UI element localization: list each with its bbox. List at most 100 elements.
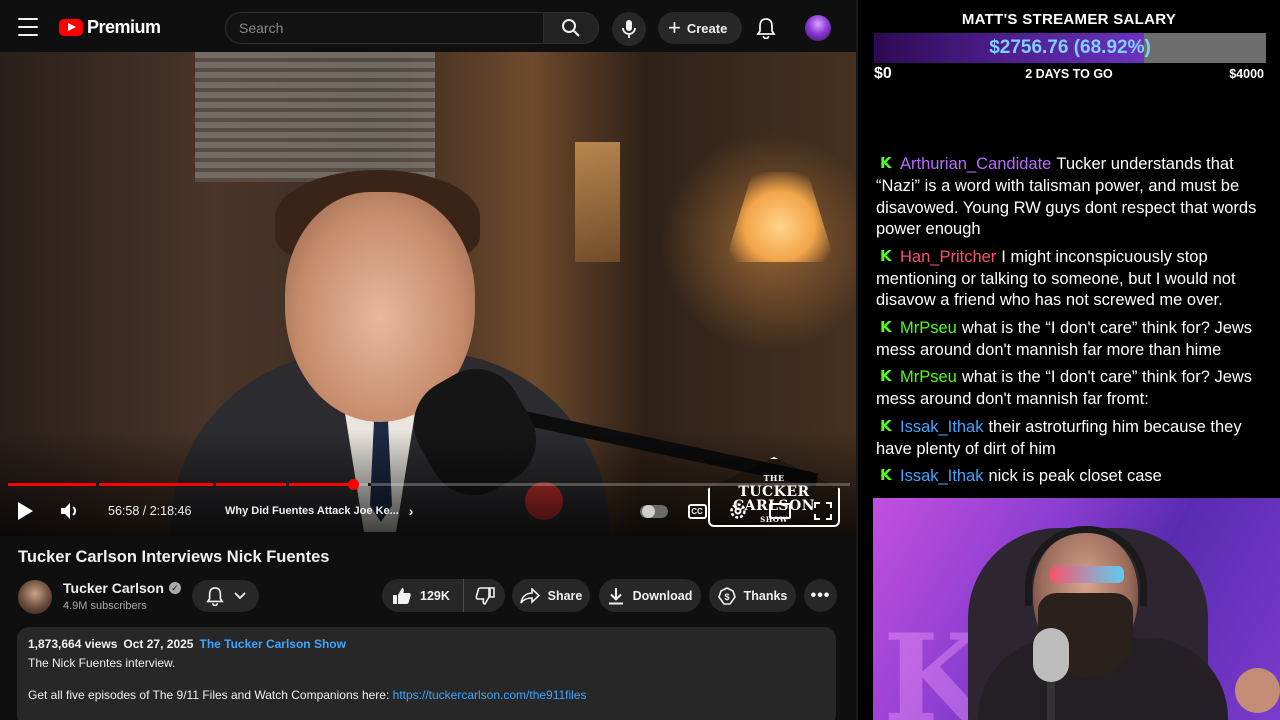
chat-message: Issak_Ithak nick is peak closet case (876, 465, 1268, 488)
video-frame (0, 52, 858, 536)
subscription-notification-button[interactable] (192, 580, 259, 612)
goal-max-label: $4000 (1229, 67, 1264, 81)
fullscreen-button[interactable] (812, 499, 834, 523)
progress-bar[interactable] (8, 479, 850, 490)
super-thanks-icon: $ (717, 586, 736, 605)
captions-icon: CC (687, 503, 707, 519)
chevron-right-icon: › (408, 503, 414, 519)
youtube-play-logo-icon (59, 19, 83, 36)
search-box[interactable] (225, 12, 543, 44)
channel-name-link[interactable]: Tucker Carlson ✓ (63, 580, 181, 596)
play-button[interactable] (14, 499, 36, 523)
chapter-title: Why Did Fuentes Attack Joe Ke... (225, 505, 399, 517)
share-label: Share (547, 588, 583, 603)
captions-button[interactable]: CC (686, 499, 708, 523)
account-avatar[interactable] (805, 15, 831, 41)
video-title: Tucker Carlson Interviews Nick Fuentes (18, 548, 330, 566)
verified-check-icon: ✓ (168, 582, 181, 594)
chat-message: Issak_Ithaktheir astroturfing him becaus… (876, 416, 1268, 460)
download-label: Download (632, 588, 693, 603)
chapter-marker (96, 483, 99, 486)
publish-date: Oct 27, 2025 (123, 637, 194, 651)
bell-icon (205, 587, 224, 606)
chat-text: nick is peak closet case (988, 467, 1162, 486)
download-button[interactable]: Download (599, 579, 701, 612)
brand-label: Premium (87, 17, 161, 37)
chevron-down-icon (233, 592, 246, 600)
description-box[interactable]: 1,873,664 views Oct 27, 2025 The Tucker … (17, 627, 836, 720)
kick-badge-icon (880, 416, 892, 438)
stream-overlay: MATT'S STREAMER SALARY $2756.76 (68.92%)… (858, 0, 1280, 720)
like-button[interactable]: 129K (382, 579, 464, 612)
channel-avatar[interactable] (18, 580, 52, 614)
create-label: Create (686, 20, 728, 36)
svg-text:$: $ (724, 592, 729, 602)
like-dislike-group: 129K (382, 579, 505, 612)
voice-search-button[interactable] (612, 12, 646, 46)
goal-amount: $2756.76 (68.92%) (989, 37, 1151, 58)
chat-username[interactable]: MrPseu (900, 368, 957, 386)
theater-mode-button[interactable] (768, 499, 792, 523)
goal-progress-bar: $2756.76 (68.92%) (874, 33, 1266, 63)
theater-icon (769, 503, 791, 519)
chapter-marker (368, 483, 371, 486)
microphone-icon (622, 20, 636, 38)
more-horizontal-icon: ••• (810, 586, 831, 604)
volume-icon (61, 503, 76, 519)
notifications-button[interactable] (754, 15, 778, 41)
chat-username[interactable]: Issak_Ithak (900, 418, 983, 436)
chat-username[interactable]: MrPseu (900, 319, 957, 337)
chapter-marker (213, 483, 216, 486)
settings-button[interactable] (727, 499, 749, 523)
autoplay-toggle[interactable] (640, 505, 668, 518)
search-button[interactable] (543, 12, 599, 44)
chat-message: MrPseuwhat is the “I don't care” think f… (876, 366, 1268, 410)
video-player[interactable]: THE TUCKER CARLSON SHOW 56:58 / 2:18:46 … (0, 52, 858, 536)
kick-badge-icon (880, 366, 892, 388)
description-url-link[interactable]: https://tuckercarlson.com/the911files (393, 688, 587, 702)
chat-message-list: Arthurian_CandidateTucker understands th… (876, 148, 1268, 488)
share-arrow-icon (519, 587, 540, 604)
chat-username[interactable]: Han_Pritcher (900, 248, 996, 266)
chat-message: MrPseuwhat is the “I don't care” think f… (876, 317, 1268, 361)
youtube-page: Premium + Create (0, 0, 858, 720)
fullscreen-icon (814, 502, 832, 520)
thumbs-down-icon (475, 586, 495, 605)
search-icon (562, 19, 580, 37)
chat-message: Arthurian_CandidateTucker understands th… (876, 153, 1268, 241)
bell-icon (756, 18, 776, 39)
menu-icon[interactable] (18, 18, 38, 36)
subscriber-count: 4.9M subscribers (63, 600, 147, 612)
goal-title: MATT'S STREAMER SALARY (961, 11, 1177, 28)
description-line: Get all five episodes of The 9/11 Files … (28, 688, 825, 702)
share-button[interactable]: Share (512, 579, 590, 612)
show-hashtag-link[interactable]: The Tucker Carlson Show (199, 637, 345, 651)
chat-message: Han_PritcherI might inconspicuously stop… (876, 246, 1268, 312)
youtube-logo[interactable]: Premium (59, 17, 161, 38)
thumbs-up-icon (393, 587, 411, 604)
description-text: Get all five episodes of The 9/11 Files … (28, 688, 393, 702)
search-input[interactable] (239, 13, 543, 43)
kick-badge-icon (880, 317, 892, 339)
goal-days-remaining: 2 DAYS TO GO (1025, 67, 1113, 81)
plus-icon: + (668, 15, 681, 40)
dislike-button[interactable] (464, 579, 505, 612)
chapter-marker (286, 483, 289, 486)
chat-username[interactable]: Issak_Ithak (900, 467, 983, 485)
download-icon (608, 587, 623, 604)
more-actions-button[interactable]: ••• (804, 579, 837, 612)
kick-badge-icon (880, 246, 892, 268)
create-button[interactable]: + Create (658, 12, 742, 44)
time-display: 56:58 / 2:18:46 (108, 504, 192, 518)
chapter-title-button[interactable]: Why Did Fuentes Attack Joe Ke... › (225, 503, 413, 519)
thanks-button[interactable]: $ Thanks (709, 579, 796, 612)
description-line: The Nick Fuentes interview. (28, 656, 176, 670)
chat-username[interactable]: Arthurian_Candidate (900, 155, 1051, 173)
thanks-label: Thanks (743, 588, 788, 603)
channel-name: Tucker Carlson (63, 580, 164, 596)
youtube-header: Premium + Create (0, 0, 858, 55)
gear-icon (730, 503, 746, 519)
watermark-line: TUCKER (738, 484, 810, 500)
volume-button[interactable] (58, 499, 82, 523)
chat-panel: Arthurian_CandidateTucker understands th… (876, 86, 1268, 488)
